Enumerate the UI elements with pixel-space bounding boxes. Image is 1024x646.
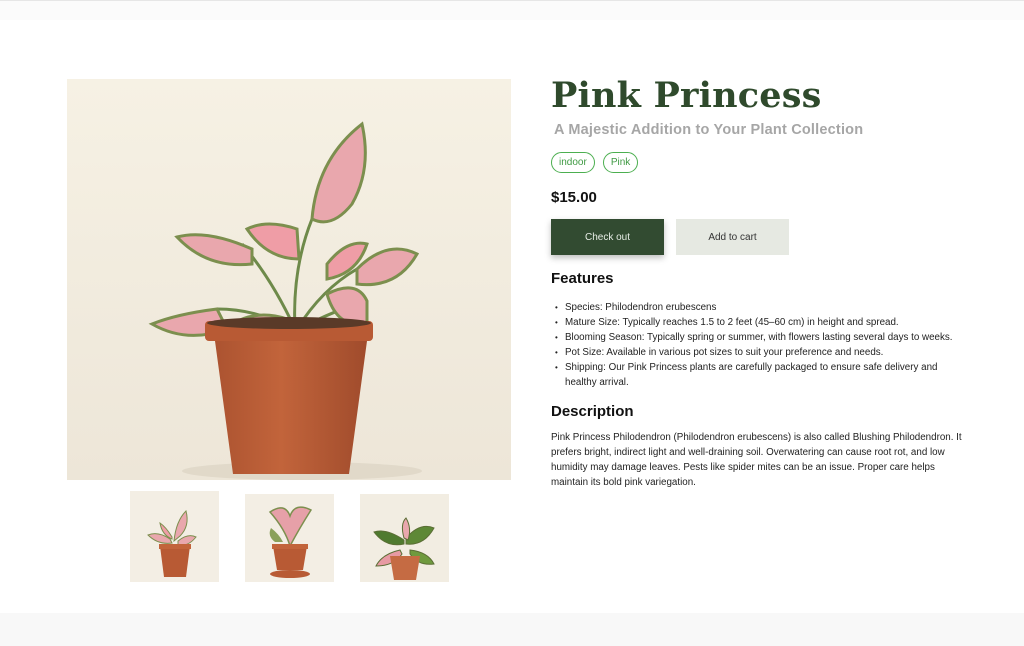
tag-indoor[interactable]: indoor	[551, 152, 595, 173]
description-text: Pink Princess Philodendron (Philodendron…	[551, 432, 962, 488]
tag-list: indoor Pink	[551, 152, 971, 173]
description-heading: Description	[551, 403, 634, 420]
list-item: Species: Philodendron erubescens	[551, 300, 971, 315]
top-bar	[0, 0, 1024, 20]
list-item: Blooming Season: Typically spring or sum…	[551, 330, 971, 345]
product-title: Pink Princess	[551, 75, 822, 116]
action-buttons: Check out Add to cart	[551, 219, 971, 255]
features-list: Species: Philodendron erubescens Mature …	[551, 300, 971, 390]
checkout-button[interactable]: Check out	[551, 219, 664, 255]
product-subtitle: A Majestic Addition to Your Plant Collec…	[554, 122, 864, 138]
thumbnail-3[interactable]	[360, 494, 449, 582]
add-to-cart-button[interactable]: Add to cart	[676, 219, 789, 255]
features-heading: Features	[551, 270, 614, 287]
product-details: Pink Princess A Majestic Addition to You…	[551, 74, 971, 490]
product-price: $15.00	[551, 189, 597, 206]
list-item: Mature Size: Typically reaches 1.5 to 2 …	[551, 315, 971, 330]
thumbnail-1[interactable]	[130, 491, 219, 582]
product-main-image	[67, 79, 511, 480]
tag-pink[interactable]: Pink	[602, 152, 639, 173]
list-item: Shipping: Our Pink Princess plants are c…	[551, 360, 971, 390]
list-item: Pot Size: Available in various pot sizes…	[551, 345, 971, 360]
thumbnail-2[interactable]	[245, 494, 334, 582]
footer-bar	[0, 613, 1024, 646]
